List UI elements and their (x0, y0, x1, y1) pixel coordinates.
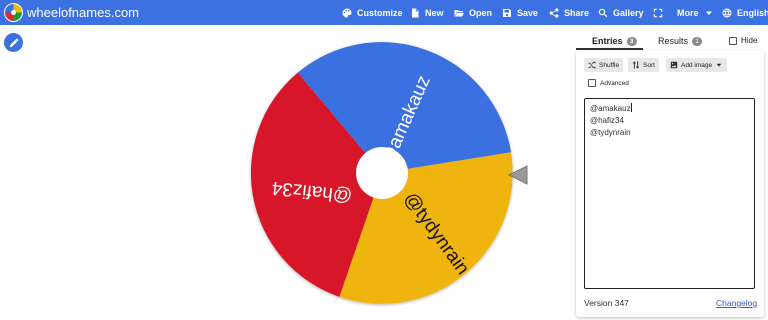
sort-button[interactable]: Sort (628, 58, 659, 72)
share-label: Share (564, 8, 590, 18)
shuffle-icon (588, 61, 596, 69)
entry-text: @amakauz (590, 104, 631, 113)
language-button[interactable]: English (722, 6, 768, 20)
customize-button[interactable]: Customize (342, 6, 403, 20)
site-title[interactable]: wheelofnames.com (27, 5, 139, 20)
image-icon (670, 61, 678, 69)
shuffle-label: Shuffle (599, 61, 620, 69)
hide-label: Hide (741, 36, 758, 45)
entries-card: Shuffle Sort Add image Advanced @amakauz… (576, 50, 764, 317)
advanced-checkbox[interactable] (588, 79, 596, 87)
save-button[interactable]: Save (502, 6, 538, 20)
save-icon (503, 9, 511, 17)
results-count-badge: 1 (692, 36, 703, 46)
fullscreen-button[interactable] (653, 6, 663, 20)
more-menu-button[interactable]: More (677, 6, 714, 20)
entry-line: @hafiz34 (590, 116, 624, 125)
open-label: Open (469, 8, 493, 18)
add-image-button[interactable]: Add image (666, 58, 728, 72)
gallery-button[interactable]: Gallery (598, 6, 644, 20)
version-label: Version 347 (584, 298, 629, 308)
spin-wheel[interactable]: @amakauz @tydynrain @hafiz34 (248, 39, 516, 307)
chevron-down-icon (716, 63, 722, 67)
tab-entries[interactable]: Entries 3 (592, 36, 637, 46)
tab-results[interactable]: Results 1 (658, 36, 703, 46)
entry-line: @tydynrain (590, 128, 631, 137)
hide-checkbox[interactable] (729, 36, 737, 45)
open-button[interactable]: Open (454, 6, 492, 20)
fullscreen-icon (653, 8, 663, 18)
share-button[interactable]: Share (549, 6, 589, 20)
shuffle-button[interactable]: Shuffle (584, 58, 624, 72)
new-label: New (425, 8, 444, 18)
tab-entries-label: Entries (592, 36, 623, 46)
pencil-icon (9, 38, 18, 47)
new-button[interactable]: New (410, 6, 444, 20)
gallery-label: Gallery (613, 8, 644, 18)
advanced-label: Advanced (600, 79, 629, 87)
folder-open-icon (454, 10, 464, 17)
entries-count-badge: 3 (626, 36, 637, 46)
add-image-label: Add image (681, 61, 713, 69)
save-label: Save (517, 8, 539, 18)
edit-wheel-button[interactable] (4, 33, 23, 52)
sort-label: Sort (643, 61, 655, 69)
text-caret (630, 103, 632, 112)
language-label: English (737, 8, 768, 18)
globe-icon (722, 8, 732, 18)
more-label: More (677, 8, 699, 18)
entry-line: @amakauz (590, 103, 749, 115)
changelog-link[interactable]: Changelog (716, 298, 757, 308)
sort-icon (632, 61, 640, 69)
top-bar: wheelofnames.com Customize New Open Save… (0, 0, 768, 25)
chevron-down-icon (705, 11, 712, 15)
tab-results-label: Results (658, 36, 689, 46)
wheel-center-hub (356, 147, 408, 199)
customize-label: Customize (357, 8, 403, 18)
wheel-logo-icon[interactable] (4, 3, 23, 22)
search-icon (598, 8, 608, 18)
entries-textarea[interactable]: @amakauz @hafiz34 @tydynrain (584, 98, 755, 289)
new-file-icon (412, 8, 419, 18)
palette-icon (342, 8, 352, 18)
panel-tabs: Entries 3 Results 1 Hide (576, 33, 764, 50)
share-icon (549, 8, 559, 18)
advanced-toggle[interactable]: Advanced (588, 79, 629, 87)
entries-panel: Entries 3 Results 1 Hide Shuffle Sort Ad… (576, 33, 764, 317)
hide-toggle[interactable]: Hide (729, 36, 757, 45)
wheel-pointer-icon (507, 165, 528, 185)
